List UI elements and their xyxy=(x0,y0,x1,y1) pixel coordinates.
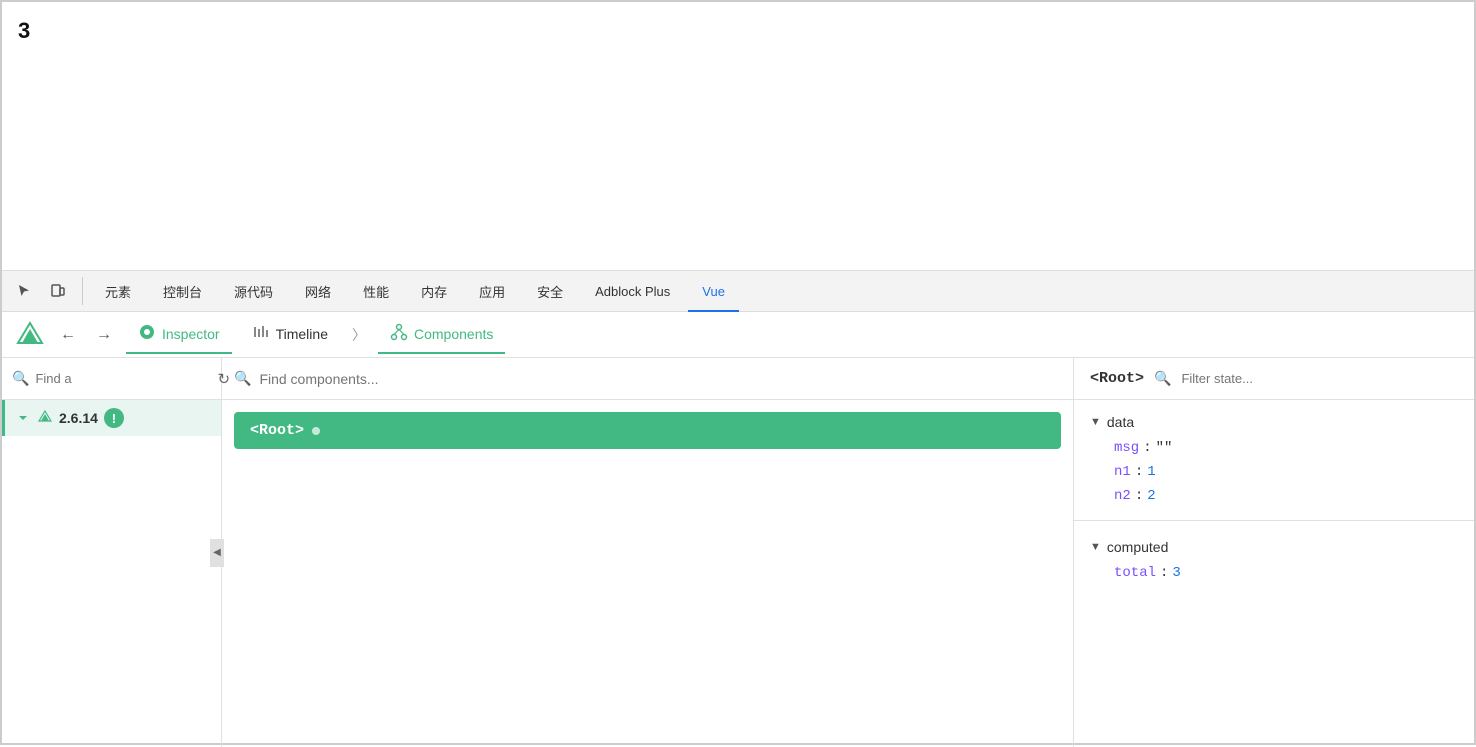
tab-network[interactable]: 网络 xyxy=(291,270,345,312)
state-key-n2: n2 xyxy=(1114,488,1131,504)
page-number: 3 xyxy=(18,18,30,44)
state-colon-3: : xyxy=(1135,488,1143,504)
component-search-input[interactable] xyxy=(259,371,1061,387)
vue-logo xyxy=(14,319,46,351)
tab-inspector-label: Inspector xyxy=(162,326,220,342)
state-row-msg: msg : "" xyxy=(1090,436,1458,460)
tab-inspector[interactable]: Inspector xyxy=(126,316,232,354)
tab-sources[interactable]: 源代码 xyxy=(220,270,287,312)
state-key-n1: n1 xyxy=(1114,464,1131,480)
state-panel: <Root> 🔍 ▼ data msg : "" n1 : 1 xyxy=(1074,358,1474,747)
state-row-n1: n1 : 1 xyxy=(1090,460,1458,484)
devtools-toolbar: 元素 控制台 源代码 网络 性能 内存 应用 安全 Adblock Plus V… xyxy=(2,270,1474,312)
timeline-icon xyxy=(252,323,270,346)
state-row-total: total : 3 xyxy=(1090,561,1458,585)
app-version-label: 2.6.14 xyxy=(59,410,98,426)
state-computed-section: ▼ computed total : 3 xyxy=(1074,525,1474,593)
sidebar: 🔍 ↻ 2.6.14 ! ◀ xyxy=(2,358,222,747)
sidebar-search-icon: 🔍 xyxy=(12,370,29,387)
top-area xyxy=(2,2,1474,270)
vue-mini-logo xyxy=(37,410,53,426)
tab-memory[interactable]: 内存 xyxy=(407,270,461,312)
tab-elements[interactable]: 元素 xyxy=(91,270,145,312)
device-icon[interactable] xyxy=(44,277,72,305)
vue-content: 🔍 ↻ 2.6.14 ! ◀ 🔍 xyxy=(2,358,1474,747)
state-key-total: total xyxy=(1114,565,1156,581)
forward-button[interactable]: → xyxy=(90,321,118,349)
tab-timeline[interactable]: Timeline xyxy=(240,316,340,354)
section-divider xyxy=(1074,520,1474,521)
state-filter-input[interactable] xyxy=(1181,371,1458,386)
state-value-total: 3 xyxy=(1172,565,1180,581)
back-button[interactable]: ← xyxy=(54,321,82,349)
tab-performance[interactable]: 性能 xyxy=(349,270,403,312)
state-filter-icon: 🔍 xyxy=(1154,370,1171,387)
vue-panel: ← → Inspector Timeline xyxy=(2,312,1474,747)
tab-adblock[interactable]: Adblock Plus xyxy=(581,270,684,312)
state-value-msg: "" xyxy=(1156,440,1173,456)
component-search-icon: 🔍 xyxy=(234,370,251,387)
tab-components-label: Components xyxy=(414,326,493,342)
component-search-bar: 🔍 xyxy=(222,358,1073,400)
tab-components[interactable]: Components xyxy=(378,316,505,354)
tab-console[interactable]: 控制台 xyxy=(149,270,216,312)
state-colon-1: : xyxy=(1143,440,1151,456)
data-section-title[interactable]: ▼ data xyxy=(1090,408,1458,436)
state-value-n2: 2 xyxy=(1147,488,1155,504)
data-section-arrow: ▼ xyxy=(1090,416,1101,428)
root-component-item[interactable]: <Root> xyxy=(234,412,1061,449)
expand-icon xyxy=(15,410,31,426)
tab-timeline-label: Timeline xyxy=(276,326,328,342)
state-root-tag: <Root> xyxy=(1090,370,1144,387)
state-header: <Root> 🔍 xyxy=(1074,358,1474,400)
sidebar-search-input[interactable] xyxy=(35,371,211,386)
state-colon-2: : xyxy=(1135,464,1143,480)
data-section-label: data xyxy=(1107,414,1134,430)
components-icon xyxy=(390,323,408,346)
computed-section-title[interactable]: ▼ computed xyxy=(1090,533,1458,561)
tab-security[interactable]: 安全 xyxy=(523,270,577,312)
state-data-section: ▼ data msg : "" n1 : 1 n2 : 2 xyxy=(1074,400,1474,516)
inspector-icon xyxy=(138,323,156,346)
component-tree-area: 🔍 <Root> xyxy=(222,358,1074,747)
vue-toolbar: ← → Inspector Timeline xyxy=(2,312,1474,358)
tab-application[interactable]: 应用 xyxy=(465,270,519,312)
sidebar-search-bar: 🔍 ↻ xyxy=(2,358,221,400)
sidebar-collapse-button[interactable]: ◀ xyxy=(210,539,224,567)
cursor-icon[interactable] xyxy=(10,277,38,305)
root-component-label: <Root> xyxy=(250,422,304,439)
state-value-n1: 1 xyxy=(1147,464,1155,480)
state-row-n2: n2 : 2 xyxy=(1090,484,1458,508)
toolbar-icon-group xyxy=(10,277,83,305)
computed-section-label: computed xyxy=(1107,539,1168,555)
app-warning-badge: ! xyxy=(104,408,124,428)
state-colon-4: : xyxy=(1160,565,1168,581)
root-dot-indicator xyxy=(312,427,320,435)
chevron-icon: 〉 xyxy=(348,325,370,345)
state-key-msg: msg xyxy=(1114,440,1139,456)
app-item[interactable]: 2.6.14 ! xyxy=(2,400,221,436)
tab-vue[interactable]: Vue xyxy=(688,270,739,312)
computed-section-arrow: ▼ xyxy=(1090,541,1101,553)
